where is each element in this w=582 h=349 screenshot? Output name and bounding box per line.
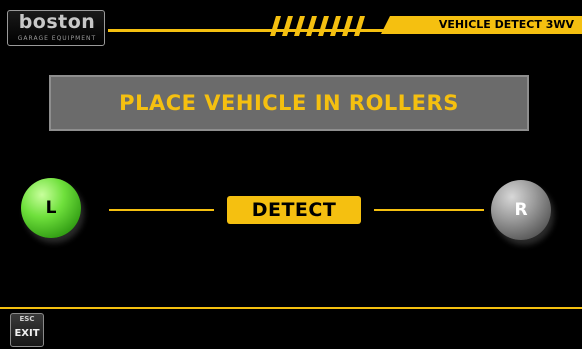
exit-key-hint: ESC xyxy=(19,315,35,323)
boston-logo: boston GARAGE EQUIPMENT xyxy=(7,10,105,46)
left-connector-line xyxy=(109,209,214,211)
header-stripes-decoration xyxy=(270,16,365,36)
instruction-banner: PLACE VEHICLE IN ROLLERS xyxy=(49,75,529,131)
instruction-message: PLACE VEHICLE IN ROLLERS xyxy=(119,91,459,115)
right-roller-indicator: R xyxy=(491,180,551,240)
right-roller-label: R xyxy=(514,200,528,220)
logo-subtext: GARAGE EQUIPMENT xyxy=(17,35,97,42)
vehicle-detect-screen: boston GARAGE EQUIPMENT VEHICLE DETECT 3… xyxy=(0,0,582,349)
right-connector-line xyxy=(374,209,484,211)
left-roller-indicator: L xyxy=(21,178,81,238)
logo-wordmark: boston xyxy=(18,11,96,33)
exit-label: EXIT xyxy=(14,328,40,339)
screen-title-tab: VEHICLE DETECT 3WV xyxy=(381,16,582,34)
detect-label: DETECT xyxy=(251,199,337,221)
detect-status-badge: DETECT xyxy=(227,196,361,224)
exit-button[interactable]: ESC EXIT xyxy=(10,313,44,347)
footer-divider xyxy=(0,307,582,309)
left-roller-label: L xyxy=(45,198,57,218)
screen-title: VEHICLE DETECT 3WV xyxy=(438,18,574,31)
